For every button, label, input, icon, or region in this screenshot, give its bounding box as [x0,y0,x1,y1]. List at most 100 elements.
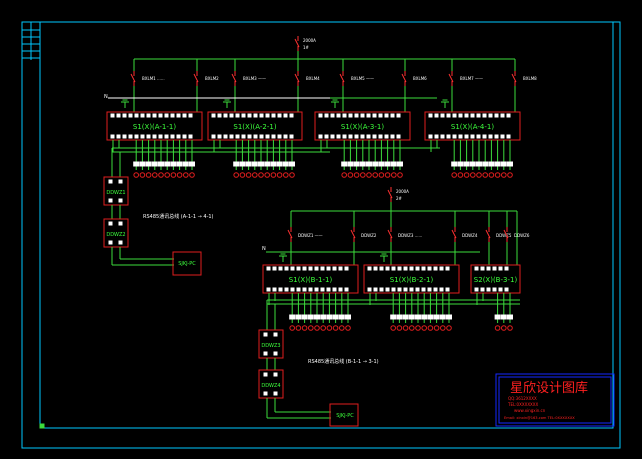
terminal-pin [488,134,493,139]
terminal-pin [498,287,503,292]
terminal-pin [247,134,252,139]
terminal-pin [373,287,378,292]
module-label: S1(X)(B-2-1) [390,276,434,284]
terminal-pin [164,134,169,139]
output-label-block [182,161,189,167]
output-label-block [320,314,327,320]
terminal-pin [241,134,246,139]
output-label-block [378,161,385,167]
output-terminal [390,325,397,331]
output-label-block [390,314,397,320]
output-label-block [507,161,513,167]
terminal-pin [464,113,469,118]
output-label-block [390,161,397,167]
module-label: S1(X)(A-3-1) [341,123,384,131]
terminal-pin [486,287,491,292]
terminal-pin [492,287,497,292]
terminal-pin [338,266,343,271]
terminal-pin [427,287,432,292]
terminal-pin [318,113,323,118]
terminal-pin [332,266,337,271]
terminal-pin [470,113,475,118]
output-terminal [488,172,495,178]
terminal-pin [480,287,485,292]
terminal-pin [296,287,301,292]
terminal-pin [128,134,133,139]
terminal-pin [277,113,282,118]
output-terminal [258,172,264,178]
module-label: S1(X)(A-2-1) [233,123,276,131]
module-label: S1(X)(B-1-1) [289,276,333,284]
terminal-pin [273,351,278,356]
terminal-pin [263,391,268,396]
terminal-pin [308,287,313,292]
module-label: S2(X)(B-3-1) [474,276,518,284]
terminal-pin [118,198,123,203]
terminal-pin [283,134,288,139]
terminal-pin [278,287,283,292]
neutral-label: N [262,246,266,252]
terminal-pin [506,134,511,139]
output-terminal [440,325,446,331]
terminal-pin [470,134,475,139]
terminal-pin [372,134,377,139]
terminal-pin [336,134,341,139]
terminal-pin [176,113,181,118]
output-terminal [353,172,360,178]
output-label-block [359,161,366,167]
terminal-pin [263,372,268,377]
output-label-block [482,161,489,167]
terminal-pin [409,266,414,271]
terminal-pin [360,113,365,118]
output-terminal [421,325,428,331]
terminal-pin [440,113,445,118]
output-terminal [264,172,271,178]
terminal-pin [464,134,469,139]
terminal-pin [403,287,408,292]
branch-label: BXLM2 [205,76,219,81]
output-terminal [470,172,476,178]
terminal-pin [152,134,157,139]
terminal-pin [296,266,301,271]
terminal-pin [390,113,395,118]
output-label-block [397,161,403,167]
output-terminal [409,325,415,331]
terminal-pin [116,134,121,139]
branch-label: BXLM1 ...... [142,76,165,81]
terminal-pin [284,287,289,292]
output-label-block [258,161,264,167]
main-breaker-label: 2# [396,196,403,201]
terminal-pin [326,287,331,292]
output-terminal [347,172,354,178]
terminal-pin [108,221,113,226]
terminal-pin [445,266,450,271]
terminal-pin [164,113,169,118]
terminal-pin [170,113,175,118]
branch-label: BXLM4 [306,76,320,81]
output-label-block [170,161,177,167]
output-terminal [494,172,501,178]
output-label-block [396,314,403,320]
terminal-pin [439,287,444,292]
terminal-pin [397,287,402,292]
terminal-pin [263,351,268,356]
terminal-pin [223,113,228,118]
terminal-pin [434,113,439,118]
output-label-block [384,161,391,167]
output-label-block [366,161,372,167]
terminal-pin [440,134,445,139]
terminal-pin [110,134,115,139]
terminal-pin [445,287,450,292]
terminal-pin [266,287,271,292]
stamp-line: Email: xinxin@163.com TEL:0XXXXXXX [504,416,575,420]
terminal-pin [367,287,372,292]
terminal-pin [415,266,420,271]
pc-label: SJKJ-PC [178,261,196,267]
branch-label: BXLM3 —— [243,76,266,81]
output-label-block [507,314,513,320]
terminal-pin [391,266,396,271]
pc-label: SJKJ-PC [336,413,354,419]
terminal-pin [211,113,216,118]
terminal-pin [272,266,277,271]
terminal-pin [110,113,115,118]
